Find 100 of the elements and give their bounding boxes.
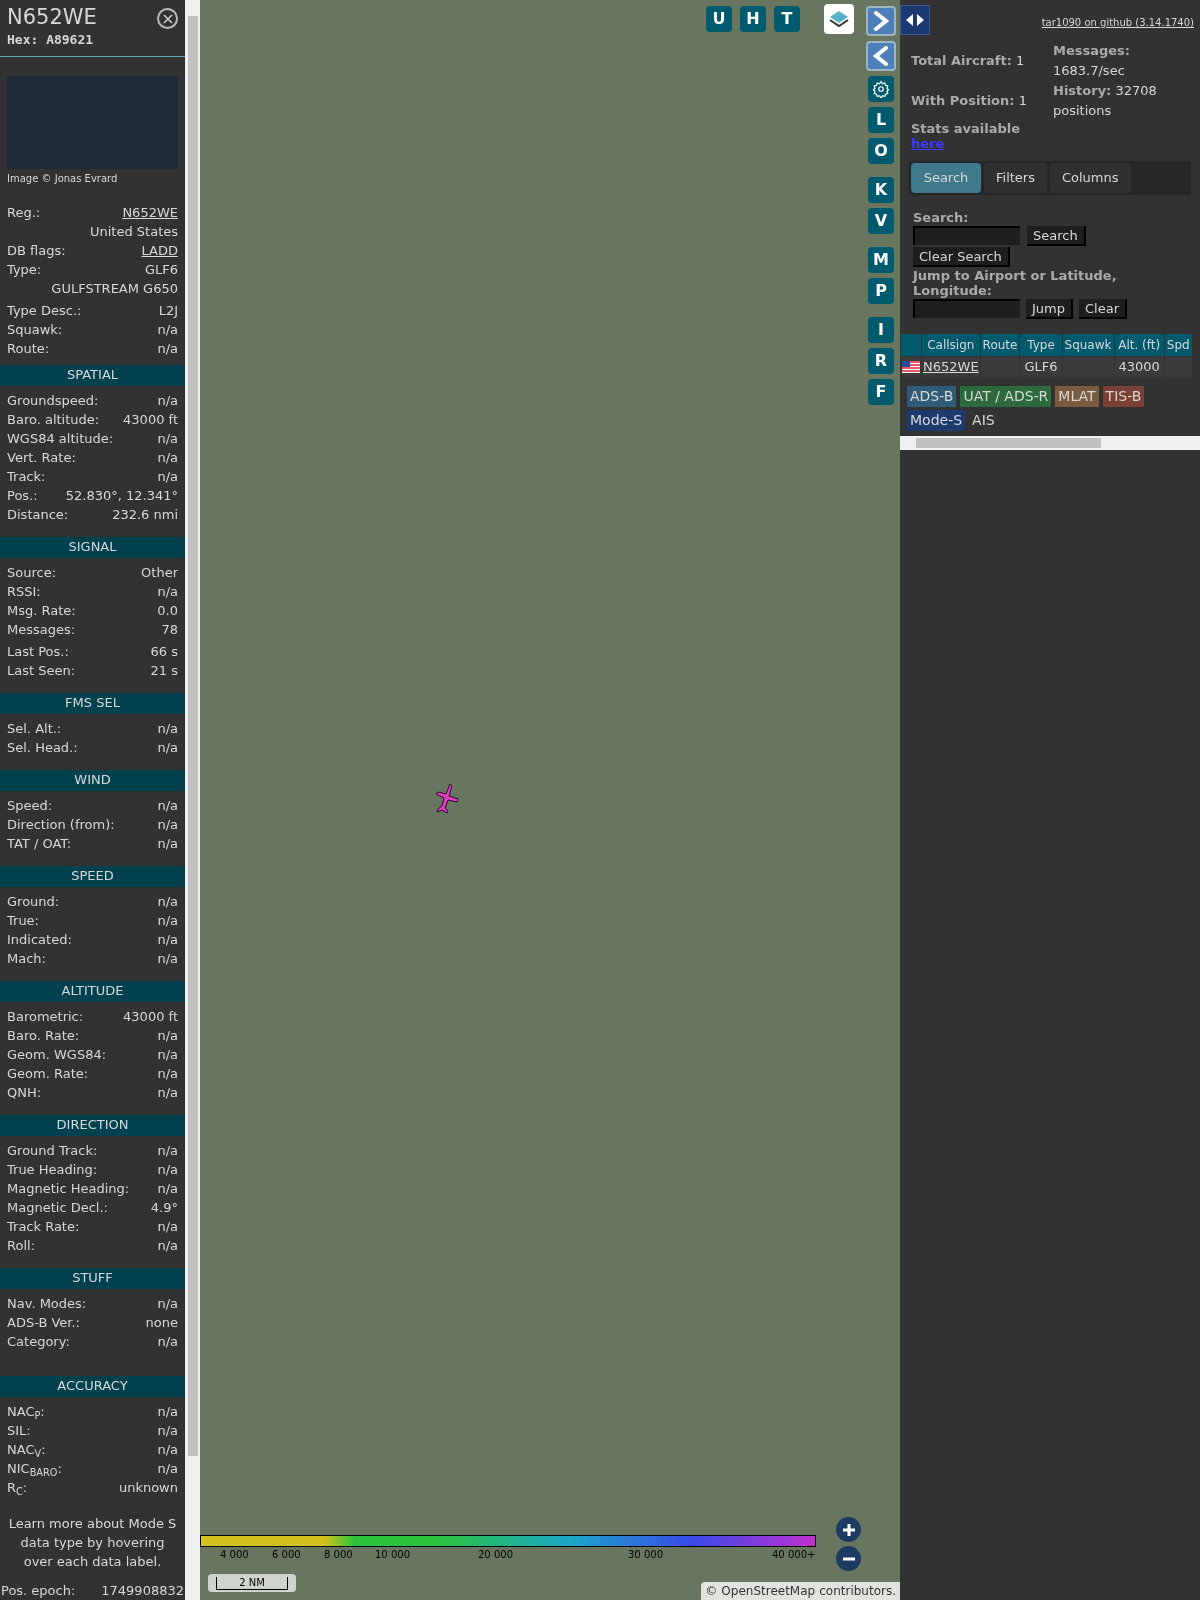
search-field[interactable] xyxy=(913,226,1020,245)
map-toggle-button[interactable]: U xyxy=(706,6,732,32)
field-value: 232.6 nmi xyxy=(112,506,178,525)
field-label: Nav. Modes: xyxy=(7,1295,87,1314)
section-header: FMS SEL xyxy=(0,692,185,714)
field-label: Last Seen: xyxy=(7,662,76,681)
map-toggle-button[interactable]: F xyxy=(868,379,894,405)
field-label: Pos. epoch: xyxy=(1,1581,76,1600)
tab[interactable]: Columns xyxy=(1049,163,1131,193)
field-label: Reg.: xyxy=(7,204,41,223)
tab[interactable]: Filters xyxy=(984,163,1047,193)
attribution-text: contributors. xyxy=(819,1583,896,1600)
map-toggle-button[interactable]: I xyxy=(868,317,894,343)
settings-button[interactable] xyxy=(868,76,894,102)
legend-label: 6 000 xyxy=(272,1548,301,1562)
field-value: GLF6 xyxy=(144,261,178,280)
field-value: n/a xyxy=(157,1218,178,1237)
stat-text: Messages: 1683.7/sec xyxy=(1053,43,1131,78)
map-toggle-button[interactable]: T xyxy=(774,6,800,32)
map-toggle-button[interactable]: K xyxy=(868,177,894,203)
field-label: Type: xyxy=(7,261,42,280)
map-toggle-button[interactable]: L xyxy=(868,107,894,133)
field-value: 52.830°, 12.341° xyxy=(65,487,178,506)
field-value: unknown xyxy=(118,1479,178,1498)
previous-button[interactable] xyxy=(866,41,896,71)
field-label: Squawk: xyxy=(7,321,63,340)
close-button[interactable] xyxy=(157,8,178,29)
field-label: NIC$_{BARO}$: xyxy=(7,1460,62,1479)
field-value: n/a xyxy=(157,1084,178,1103)
column-header xyxy=(901,334,921,356)
field-value: n/a xyxy=(157,1180,178,1199)
field-label: NAC$_{P}$: xyxy=(7,1403,45,1422)
photo-caption: Image © Jonas Evrard xyxy=(6,171,119,186)
column-header[interactable]: Squawk xyxy=(1062,334,1114,356)
field-label: Magnetic Decl.: xyxy=(7,1199,108,1218)
field-value: n/a xyxy=(157,583,178,602)
table-cell: 43000 xyxy=(1114,357,1164,377)
field-value: n/a xyxy=(157,1065,178,1084)
stat-text: With Position: 1 xyxy=(911,92,1027,111)
next-button[interactable] xyxy=(866,6,896,36)
map-toggle-button[interactable]: O xyxy=(868,138,894,164)
field-label: TAT / OAT: xyxy=(7,835,72,854)
field-value: Other xyxy=(141,564,178,583)
field-value: n/a xyxy=(157,1046,178,1065)
field-label: Track Rate: xyxy=(7,1218,80,1237)
column-header[interactable]: Type xyxy=(1020,334,1062,356)
section-header: SIGNAL xyxy=(0,536,185,558)
map-toggle-button[interactable]: P xyxy=(868,278,894,304)
map-toggle-button[interactable]: M xyxy=(868,247,894,273)
field-link[interactable]: N652WE xyxy=(122,203,178,223)
field-label: RSSI: xyxy=(7,583,41,602)
column-header[interactable]: Alt. (ft) xyxy=(1114,334,1164,356)
field-value: n/a xyxy=(157,816,178,835)
field-value: n/a xyxy=(157,1403,178,1422)
zoom-in-button[interactable] xyxy=(836,1517,861,1542)
field-label: QNH: xyxy=(7,1084,42,1103)
section-header: SPATIAL xyxy=(0,364,185,386)
map-toggle-button[interactable]: R xyxy=(868,348,894,374)
map-toggle-button[interactable]: H xyxy=(740,6,766,32)
clear-search-button[interactable]: Clear Search xyxy=(913,247,1010,267)
map-toggle-button[interactable]: V xyxy=(868,208,894,234)
field-label: Groundspeed: xyxy=(7,392,99,411)
field-value: 4.9° xyxy=(150,1199,178,1218)
field-value: GULFSTREAM G650 xyxy=(51,280,178,299)
layers-icon xyxy=(828,9,850,29)
table-cell: GLF6 xyxy=(1020,357,1062,377)
stat-text: Total Aircraft: 1 xyxy=(911,52,1025,71)
section-header: WIND xyxy=(0,769,185,791)
legend-label: 30 000 xyxy=(628,1548,663,1562)
field-label: ADS-B Ver.: xyxy=(7,1314,80,1333)
help-note: Learn more about Mode S data type by hovering over each data label. xyxy=(7,1514,178,1571)
zoom-out-button[interactable] xyxy=(836,1546,861,1571)
legend-label: 40 000+ xyxy=(772,1548,816,1562)
field-label: True Heading: xyxy=(7,1161,98,1180)
column-header[interactable]: Spd xyxy=(1164,334,1192,356)
search-button[interactable]: Search xyxy=(1027,226,1086,246)
field-label: Sel. Head.: xyxy=(7,739,78,758)
attribution-link[interactable]: OpenStreetMap xyxy=(721,1582,816,1600)
legend-label: 20 000 xyxy=(478,1548,513,1562)
field-label: Track: xyxy=(7,468,46,487)
field-value: n/a xyxy=(157,1142,178,1161)
clear-button[interactable]: Clear xyxy=(1079,299,1127,319)
stat-text: History: 32708 positions xyxy=(1053,83,1157,118)
legend-label: 8 000 xyxy=(324,1548,353,1562)
jump-button[interactable]: Jump xyxy=(1026,299,1073,319)
github-link[interactable]: tar1090 on github (3.14.1740) xyxy=(1041,15,1194,30)
field-label: Last Pos.: xyxy=(7,643,69,662)
field-value: n/a xyxy=(157,739,178,758)
field-link[interactable]: LADD xyxy=(141,241,178,261)
stats-text: Stats available xyxy=(911,121,1022,136)
jump-field[interactable] xyxy=(913,299,1020,318)
column-header[interactable]: Route xyxy=(980,334,1020,356)
section-header: SPEED xyxy=(0,865,185,887)
field-label: Route: xyxy=(7,340,50,359)
field-label: Category: xyxy=(7,1333,70,1352)
layers-button[interactable] xyxy=(824,4,854,34)
column-header[interactable]: Callsign xyxy=(922,334,980,356)
panel-toggle-button[interactable] xyxy=(900,5,930,35)
horizontal-scrollbar[interactable] xyxy=(900,435,1200,450)
scrollbar[interactable] xyxy=(185,0,200,1600)
